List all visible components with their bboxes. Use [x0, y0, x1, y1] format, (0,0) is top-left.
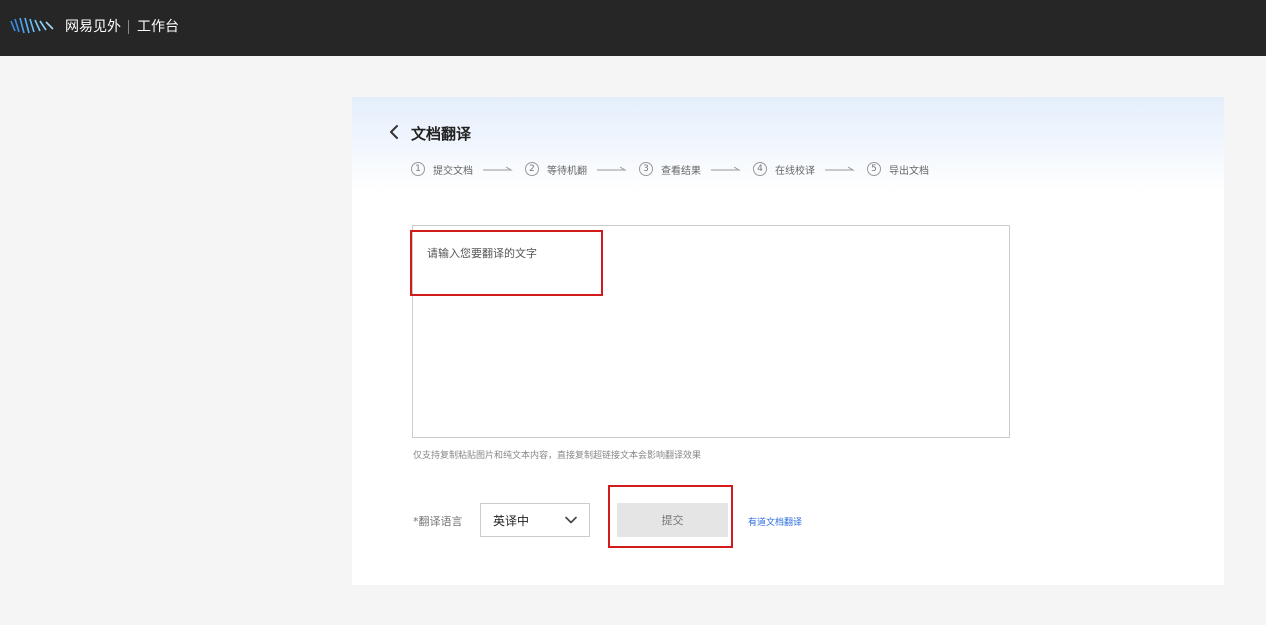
step-label: 提交文档 [433, 165, 473, 177]
language-value: 英译中 [493, 513, 530, 528]
step-label: 查看结果 [661, 165, 701, 177]
progress-steps: 1 提交文档 2 等待机翻 3 查看结果 4 在线校译 5 导出文档 [411, 160, 929, 178]
step-submit: 1 提交文档 [411, 162, 473, 177]
card-header: 文档翻译 1 提交文档 2 等待机翻 3 查看结果 4 在线校译 5 导出文档 [352, 97, 1224, 192]
brand-name[interactable]: 网易见外 [65, 17, 121, 37]
paste-hint: 仅支持复制粘贴图片和纯文本内容，直接复制超链接文本会影响翻译效果 [413, 451, 702, 461]
step-number: 4 [753, 162, 767, 176]
top-navigation-bar: 网易见外 工作台 [0, 0, 1266, 56]
language-label: *翻译语言 [413, 515, 463, 528]
arrow-right-icon [483, 166, 513, 171]
translation-textarea[interactable] [413, 226, 1009, 437]
step-number: 3 [639, 162, 653, 176]
step-label: 在线校译 [775, 165, 815, 177]
translation-card: 文档翻译 1 提交文档 2 等待机翻 3 查看结果 4 在线校译 5 导出文档 … [352, 97, 1224, 585]
step-wait: 2 等待机翻 [525, 162, 587, 177]
step-view: 3 查看结果 [639, 162, 701, 177]
step-export: 5 导出文档 [867, 162, 929, 177]
youdao-translate-link[interactable]: 有道文档翻译 [748, 515, 802, 528]
arrow-right-icon [597, 166, 627, 171]
brand-divider [128, 20, 129, 34]
step-number: 2 [525, 162, 539, 176]
chevron-left-icon[interactable] [388, 124, 400, 140]
arrow-right-icon [825, 166, 855, 171]
language-select[interactable]: 英译中 [480, 503, 590, 537]
step-label: 导出文档 [889, 165, 929, 177]
step-label: 等待机翻 [547, 165, 587, 177]
step-number: 1 [411, 162, 425, 176]
step-proofread: 4 在线校译 [753, 162, 815, 177]
arrow-right-icon [711, 166, 741, 171]
netease-jianwai-logo-icon[interactable] [10, 17, 60, 35]
page-title: 文档翻译 [411, 125, 472, 143]
submit-button[interactable]: 提交 [617, 503, 728, 537]
step-number: 5 [867, 162, 881, 176]
workspace-link[interactable]: 工作台 [137, 17, 179, 37]
chevron-down-icon [565, 516, 577, 524]
text-input-area [412, 225, 1010, 438]
